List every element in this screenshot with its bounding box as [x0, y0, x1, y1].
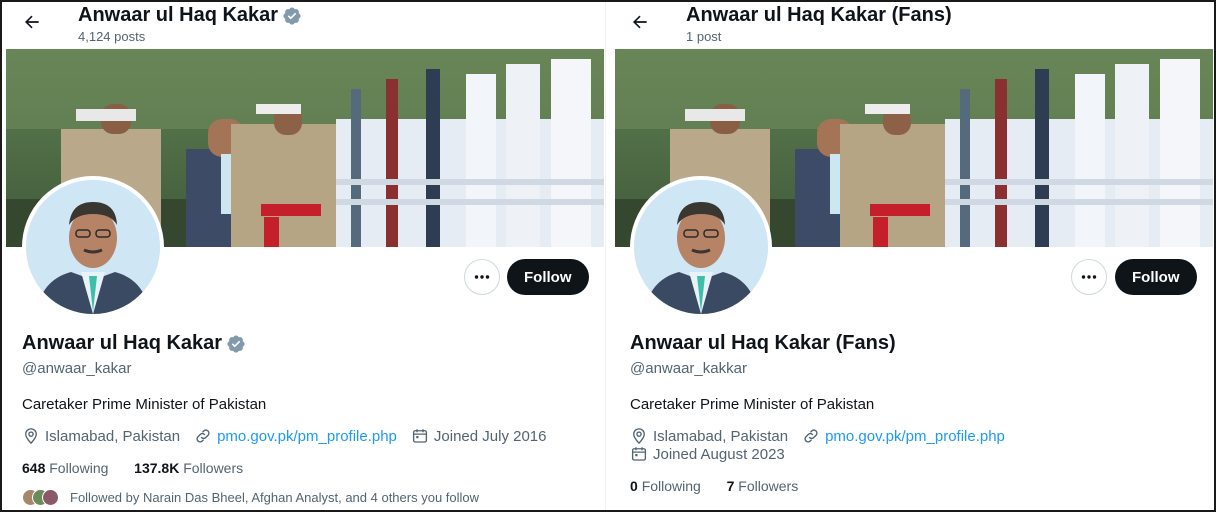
more-horizontal-icon [474, 275, 490, 279]
profile-header: Anwaar ul Haq Kakar 4,124 posts [4, 2, 604, 48]
link-icon [196, 429, 210, 443]
profile-panel-fans: Anwaar ul Haq Kakar (Fans) 1 post Follow… [612, 2, 1214, 510]
profile-stats: 0 Following 7 Followers [630, 478, 798, 494]
profile-meta-row-2: Joined August 2023 [630, 445, 785, 463]
profile-panel-official: Anwaar ul Haq Kakar 4,124 posts Follow A… [4, 2, 604, 510]
profile-avatar[interactable] [630, 176, 772, 318]
location-pin-icon [25, 428, 37, 445]
profile-handle: @anwaar_kakkar [630, 360, 747, 377]
screenshot-frame: Anwaar ul Haq Kakar 4,124 posts Follow A… [0, 0, 1216, 512]
arrow-left-icon[interactable] [22, 12, 42, 32]
panel-divider [605, 2, 612, 510]
profile-joined-date: Joined July 2016 [433, 427, 547, 445]
followers-link[interactable]: 137.8K Followers [134, 460, 243, 476]
more-options-button[interactable] [464, 259, 500, 295]
verified-badge-icon [283, 6, 301, 25]
profile-website-link[interactable]: pmo.gov.pk/pm_profile.php [825, 428, 1005, 445]
profile-name: Anwaar ul Haq Kakar (Fans) [630, 332, 896, 354]
following-link[interactable]: 648 Following [22, 460, 108, 476]
profile-website-link[interactable]: pmo.gov.pk/pm_profile.php [217, 428, 397, 445]
profile-joined-date: Joined August 2023 [653, 445, 785, 463]
calendar-icon [412, 429, 427, 443]
post-count: 4,124 posts [78, 29, 146, 44]
followers-link[interactable]: 7 Followers [727, 478, 799, 494]
link-icon [804, 429, 818, 443]
profile-location: Islamabad, Pakistan [653, 427, 789, 445]
profile-handle: @anwaar_kakar [22, 360, 132, 377]
follow-button[interactable]: Follow [1115, 259, 1197, 295]
header-title: Anwaar ul Haq Kakar [78, 4, 302, 27]
follow-button[interactable]: Follow [507, 259, 589, 295]
profile-stats: 648 Following 137.8K Followers [22, 460, 243, 476]
profile-meta-row: Islamabad, Pakistan pmo.gov.pk/pm_profil… [630, 427, 1005, 445]
arrow-left-icon[interactable] [630, 12, 650, 32]
mutual-follower-avatars [22, 489, 59, 506]
header-title: Anwaar ul Haq Kakar (Fans) [686, 4, 952, 26]
profile-bio: Caretaker Prime Minister of Pakistan [630, 396, 875, 413]
verified-badge-icon [227, 334, 245, 353]
avatar [42, 489, 59, 506]
calendar-icon [631, 447, 647, 461]
profile-bio: Caretaker Prime Minister of Pakistan [22, 396, 267, 413]
location-pin-icon [633, 428, 645, 445]
profile-avatar[interactable] [22, 176, 164, 318]
more-horizontal-icon [1081, 275, 1097, 279]
post-count: 1 post [686, 29, 722, 44]
following-link[interactable]: 0 Following [630, 478, 701, 494]
followed-by-text: Followed by Narain Das Bheel, Afghan Ana… [70, 490, 480, 505]
more-options-button[interactable] [1071, 259, 1107, 295]
profile-header: Anwaar ul Haq Kakar (Fans) 1 post [612, 2, 1214, 48]
profile-location: Islamabad, Pakistan [45, 427, 181, 445]
profile-meta-row: Islamabad, Pakistan pmo.gov.pk/pm_profil… [22, 427, 547, 445]
followed-by-row[interactable]: Followed by Narain Das Bheel, Afghan Ana… [22, 489, 479, 506]
profile-name: Anwaar ul Haq Kakar [22, 332, 246, 355]
